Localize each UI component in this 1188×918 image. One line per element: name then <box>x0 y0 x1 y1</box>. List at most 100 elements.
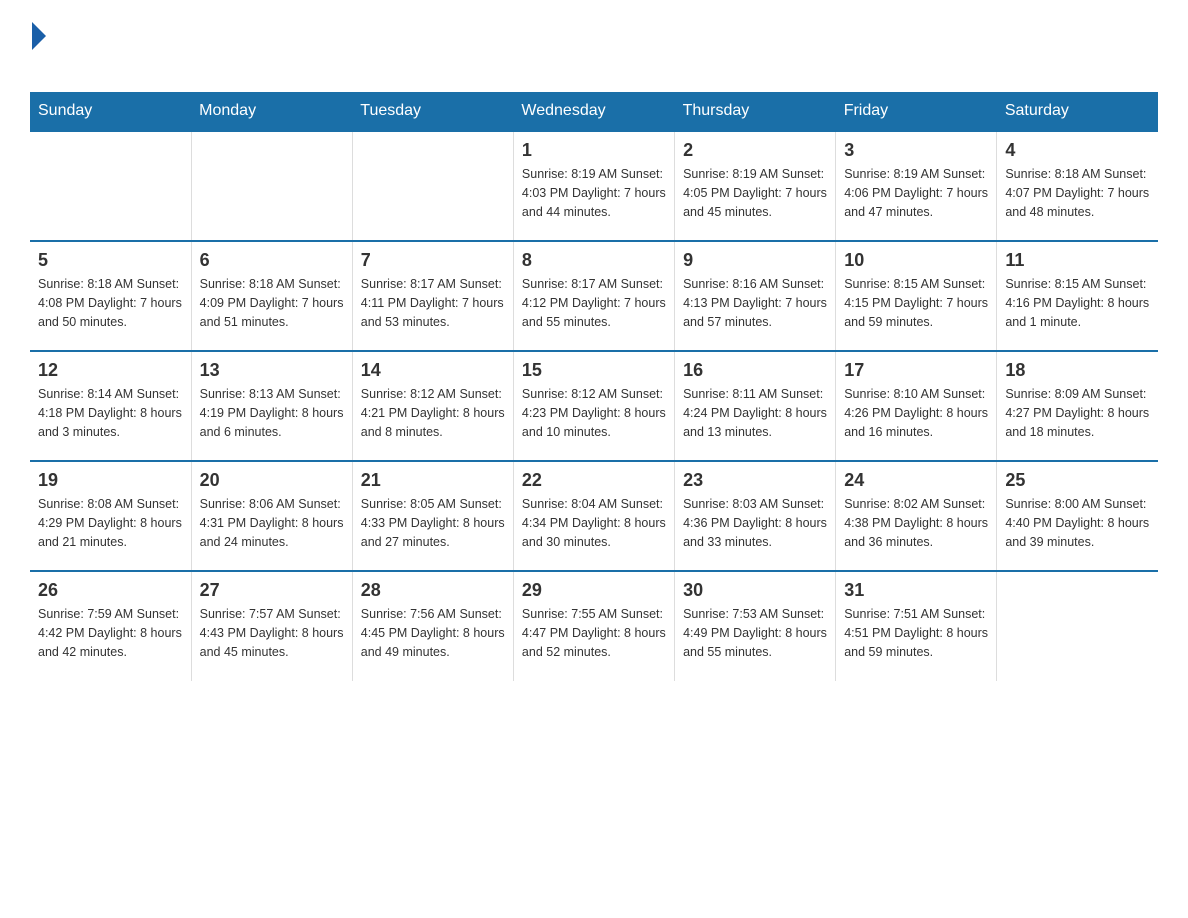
header-cell-sunday: Sunday <box>30 92 191 131</box>
day-info: Sunrise: 8:08 AM Sunset: 4:29 PM Dayligh… <box>38 495 183 551</box>
day-number: 4 <box>1005 140 1150 161</box>
day-info: Sunrise: 8:09 AM Sunset: 4:27 PM Dayligh… <box>1005 385 1150 441</box>
day-cell <box>352 131 513 241</box>
day-info: Sunrise: 7:57 AM Sunset: 4:43 PM Dayligh… <box>200 605 344 661</box>
day-number: 24 <box>844 470 988 491</box>
day-cell: 12 Sunrise: 8:14 AM Sunset: 4:18 PM Dayli… <box>30 351 191 461</box>
logo <box>30 20 46 82</box>
day-number: 19 <box>38 470 183 491</box>
calendar-table: SundayMondayTuesdayWednesdayThursdayFrid… <box>30 92 1158 681</box>
day-number: 29 <box>522 580 666 601</box>
day-number: 10 <box>844 250 988 271</box>
day-info: Sunrise: 8:00 AM Sunset: 4:40 PM Dayligh… <box>1005 495 1150 551</box>
day-info: Sunrise: 7:59 AM Sunset: 4:42 PM Dayligh… <box>38 605 183 661</box>
week-row-3: 12 Sunrise: 8:14 AM Sunset: 4:18 PM Dayli… <box>30 351 1158 461</box>
day-cell: 21 Sunrise: 8:05 AM Sunset: 4:33 PM Dayli… <box>352 461 513 571</box>
day-info: Sunrise: 8:05 AM Sunset: 4:33 PM Dayligh… <box>361 495 505 551</box>
day-number: 7 <box>361 250 505 271</box>
day-info: Sunrise: 8:18 AM Sunset: 4:08 PM Dayligh… <box>38 275 183 331</box>
logo-arrow-icon <box>32 22 46 50</box>
day-number: 1 <box>522 140 666 161</box>
day-number: 27 <box>200 580 344 601</box>
day-cell: 19 Sunrise: 8:08 AM Sunset: 4:29 PM Dayli… <box>30 461 191 571</box>
day-cell: 15 Sunrise: 8:12 AM Sunset: 4:23 PM Dayli… <box>513 351 674 461</box>
day-cell <box>30 131 191 241</box>
day-cell: 31 Sunrise: 7:51 AM Sunset: 4:51 PM Dayli… <box>836 571 997 681</box>
day-number: 18 <box>1005 360 1150 381</box>
day-info: Sunrise: 8:18 AM Sunset: 4:07 PM Dayligh… <box>1005 165 1150 221</box>
day-info: Sunrise: 8:14 AM Sunset: 4:18 PM Dayligh… <box>38 385 183 441</box>
week-row-1: 1 Sunrise: 8:19 AM Sunset: 4:03 PM Daylig… <box>30 131 1158 241</box>
day-cell: 29 Sunrise: 7:55 AM Sunset: 4:47 PM Dayli… <box>513 571 674 681</box>
day-cell: 30 Sunrise: 7:53 AM Sunset: 4:49 PM Dayli… <box>675 571 836 681</box>
day-info: Sunrise: 7:53 AM Sunset: 4:49 PM Dayligh… <box>683 605 827 661</box>
day-cell: 3 Sunrise: 8:19 AM Sunset: 4:06 PM Daylig… <box>836 131 997 241</box>
header-row: SundayMondayTuesdayWednesdayThursdayFrid… <box>30 92 1158 131</box>
day-cell: 7 Sunrise: 8:17 AM Sunset: 4:11 PM Daylig… <box>352 241 513 351</box>
day-number: 13 <box>200 360 344 381</box>
day-cell: 11 Sunrise: 8:15 AM Sunset: 4:16 PM Dayli… <box>997 241 1158 351</box>
day-info: Sunrise: 8:04 AM Sunset: 4:34 PM Dayligh… <box>522 495 666 551</box>
day-number: 15 <box>522 360 666 381</box>
week-row-4: 19 Sunrise: 8:08 AM Sunset: 4:29 PM Dayli… <box>30 461 1158 571</box>
day-cell: 20 Sunrise: 8:06 AM Sunset: 4:31 PM Dayli… <box>191 461 352 571</box>
day-info: Sunrise: 7:55 AM Sunset: 4:47 PM Dayligh… <box>522 605 666 661</box>
day-number: 17 <box>844 360 988 381</box>
day-cell: 26Sunrise: 7:59 AM Sunset: 4:42 PM Dayli… <box>30 571 191 681</box>
week-row-5: 26Sunrise: 7:59 AM Sunset: 4:42 PM Dayli… <box>30 571 1158 681</box>
day-info: Sunrise: 8:16 AM Sunset: 4:13 PM Dayligh… <box>683 275 827 331</box>
day-info: Sunrise: 8:06 AM Sunset: 4:31 PM Dayligh… <box>200 495 344 551</box>
day-cell: 23 Sunrise: 8:03 AM Sunset: 4:36 PM Dayli… <box>675 461 836 571</box>
day-number: 8 <box>522 250 666 271</box>
week-row-2: 5 Sunrise: 8:18 AM Sunset: 4:08 PM Daylig… <box>30 241 1158 351</box>
day-number: 5 <box>38 250 183 271</box>
day-cell: 10 Sunrise: 8:15 AM Sunset: 4:15 PM Dayli… <box>836 241 997 351</box>
day-number: 9 <box>683 250 827 271</box>
day-cell: 4 Sunrise: 8:18 AM Sunset: 4:07 PM Daylig… <box>997 131 1158 241</box>
day-info: Sunrise: 8:12 AM Sunset: 4:21 PM Dayligh… <box>361 385 505 441</box>
day-cell: 16 Sunrise: 8:11 AM Sunset: 4:24 PM Dayli… <box>675 351 836 461</box>
day-number: 6 <box>200 250 344 271</box>
day-info: Sunrise: 7:51 AM Sunset: 4:51 PM Dayligh… <box>844 605 988 661</box>
day-info: Sunrise: 8:12 AM Sunset: 4:23 PM Dayligh… <box>522 385 666 441</box>
day-info: Sunrise: 8:19 AM Sunset: 4:03 PM Dayligh… <box>522 165 666 221</box>
day-cell: 18 Sunrise: 8:09 AM Sunset: 4:27 PM Dayli… <box>997 351 1158 461</box>
day-cell: 17 Sunrise: 8:10 AM Sunset: 4:26 PM Dayli… <box>836 351 997 461</box>
day-cell: 8 Sunrise: 8:17 AM Sunset: 4:12 PM Daylig… <box>513 241 674 351</box>
day-info: Sunrise: 8:19 AM Sunset: 4:05 PM Dayligh… <box>683 165 827 221</box>
page-header <box>30 20 1158 82</box>
day-number: 2 <box>683 140 827 161</box>
day-info: Sunrise: 8:03 AM Sunset: 4:36 PM Dayligh… <box>683 495 827 551</box>
day-number: 12 <box>38 360 183 381</box>
day-cell: 5 Sunrise: 8:18 AM Sunset: 4:08 PM Daylig… <box>30 241 191 351</box>
day-number: 11 <box>1005 250 1150 271</box>
day-cell: 13Sunrise: 8:13 AM Sunset: 4:19 PM Dayli… <box>191 351 352 461</box>
header-cell-saturday: Saturday <box>997 92 1158 131</box>
day-number: 30 <box>683 580 827 601</box>
day-info: Sunrise: 8:15 AM Sunset: 4:15 PM Dayligh… <box>844 275 988 331</box>
day-cell: 2 Sunrise: 8:19 AM Sunset: 4:05 PM Daylig… <box>675 131 836 241</box>
day-number: 20 <box>200 470 344 491</box>
day-info: Sunrise: 7:56 AM Sunset: 4:45 PM Dayligh… <box>361 605 505 661</box>
day-number: 31 <box>844 580 988 601</box>
header-cell-tuesday: Tuesday <box>352 92 513 131</box>
day-cell: 25Sunrise: 8:00 AM Sunset: 4:40 PM Dayli… <box>997 461 1158 571</box>
day-cell: 24Sunrise: 8:02 AM Sunset: 4:38 PM Dayli… <box>836 461 997 571</box>
day-cell: 28Sunrise: 7:56 AM Sunset: 4:45 PM Dayli… <box>352 571 513 681</box>
day-number: 16 <box>683 360 827 381</box>
day-number: 3 <box>844 140 988 161</box>
day-cell: 1 Sunrise: 8:19 AM Sunset: 4:03 PM Daylig… <box>513 131 674 241</box>
day-cell: 22Sunrise: 8:04 AM Sunset: 4:34 PM Dayli… <box>513 461 674 571</box>
day-info: Sunrise: 8:11 AM Sunset: 4:24 PM Dayligh… <box>683 385 827 441</box>
header-cell-thursday: Thursday <box>675 92 836 131</box>
day-info: Sunrise: 8:19 AM Sunset: 4:06 PM Dayligh… <box>844 165 988 221</box>
day-info: Sunrise: 8:10 AM Sunset: 4:26 PM Dayligh… <box>844 385 988 441</box>
day-info: Sunrise: 8:17 AM Sunset: 4:12 PM Dayligh… <box>522 275 666 331</box>
day-number: 21 <box>361 470 505 491</box>
day-number: 23 <box>683 470 827 491</box>
day-info: Sunrise: 8:17 AM Sunset: 4:11 PM Dayligh… <box>361 275 505 331</box>
day-cell: 14 Sunrise: 8:12 AM Sunset: 4:21 PM Dayli… <box>352 351 513 461</box>
day-info: Sunrise: 8:15 AM Sunset: 4:16 PM Dayligh… <box>1005 275 1150 331</box>
day-cell: 6Sunrise: 8:18 AM Sunset: 4:09 PM Daylig… <box>191 241 352 351</box>
day-number: 14 <box>361 360 505 381</box>
